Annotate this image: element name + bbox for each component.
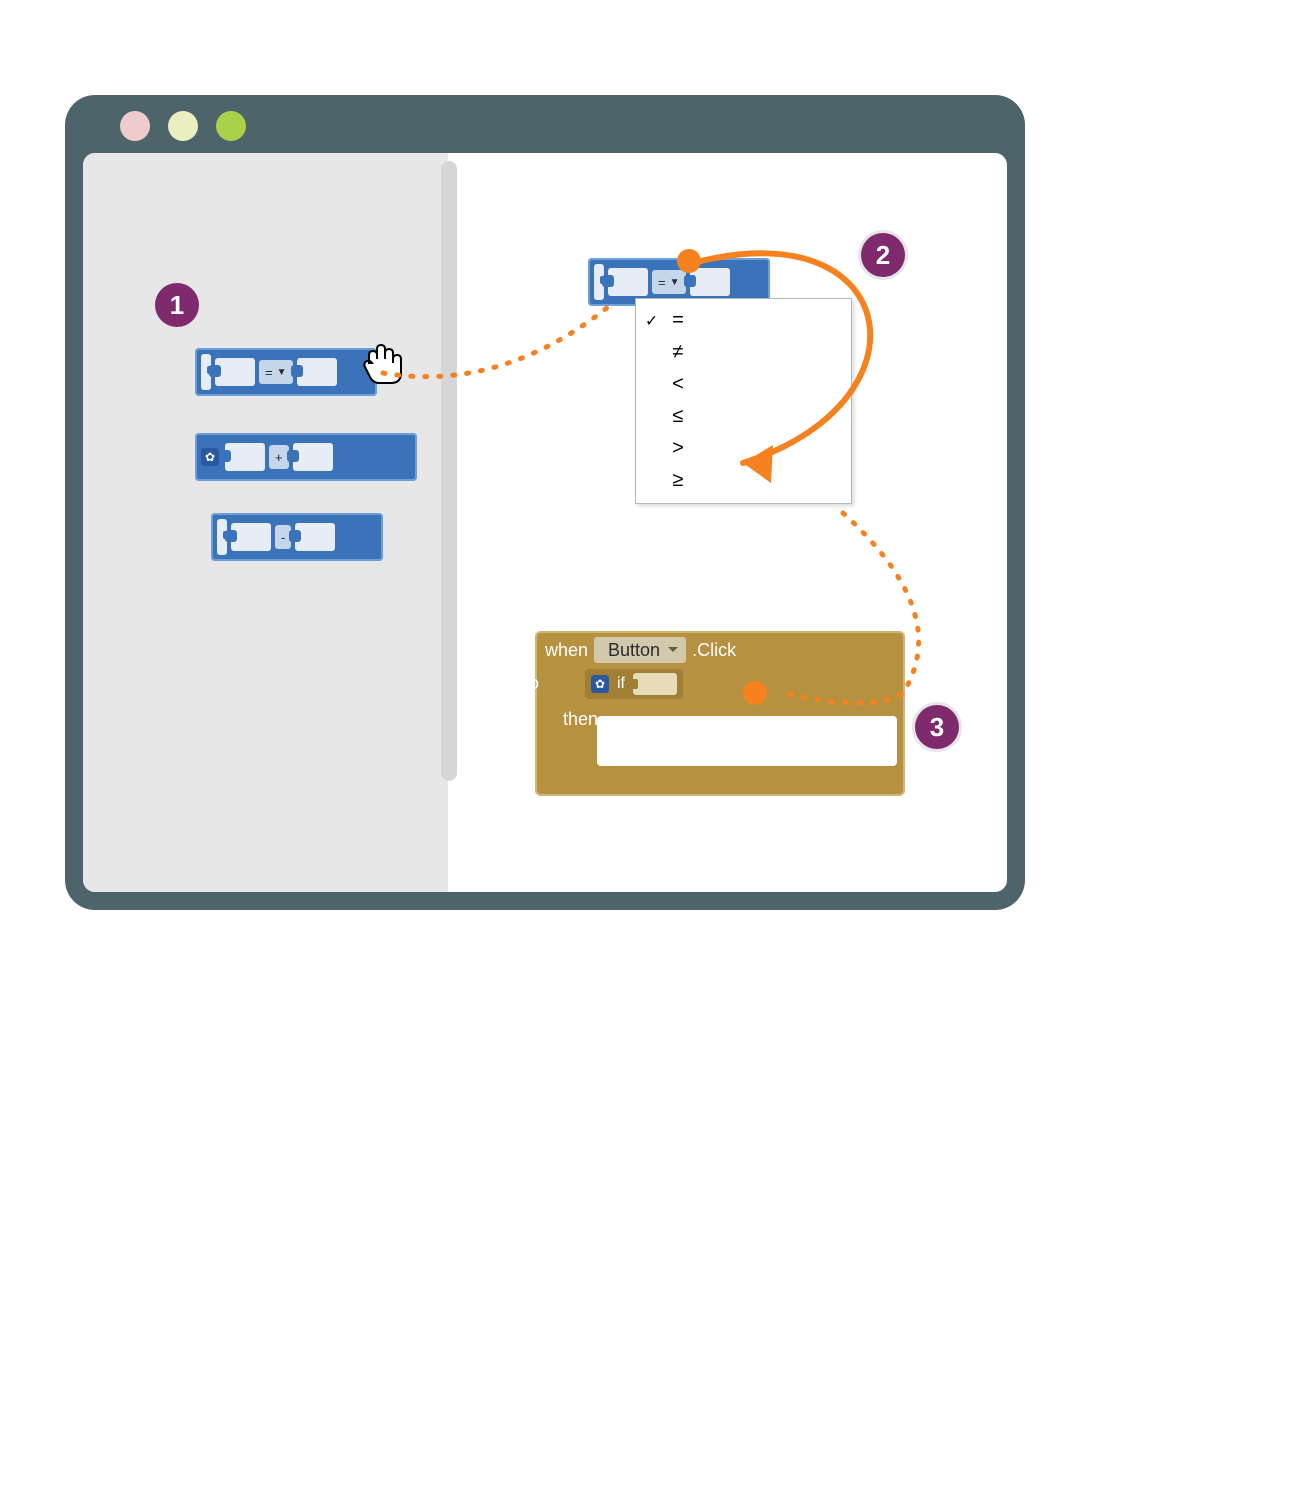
component-dropdown[interactable]: Button bbox=[594, 637, 686, 663]
caret-down-icon: ▼ bbox=[277, 367, 287, 378]
compare-op-label: = bbox=[265, 365, 273, 380]
component-label: Button bbox=[608, 640, 660, 661]
then-label: then bbox=[563, 709, 598, 730]
gear-icon[interactable]: ✿ bbox=[201, 448, 219, 466]
dragged-op-dropdown[interactable]: = ▼ bbox=[652, 270, 686, 294]
do-label: do bbox=[519, 673, 539, 694]
step-badge-1: 1 bbox=[155, 283, 199, 327]
app-window: 1 = ▼ ✿ + bbox=[65, 95, 1025, 910]
close-icon[interactable] bbox=[120, 111, 150, 141]
then-body-cutout bbox=[597, 716, 897, 766]
dragged-op-label: = bbox=[658, 275, 666, 290]
op-option-neq[interactable]: ≠ bbox=[636, 337, 851, 369]
if-block[interactable]: ✿ if bbox=[585, 669, 683, 699]
caret-down-icon: ▼ bbox=[670, 277, 680, 288]
grab-cursor-icon bbox=[359, 343, 403, 387]
op-option-gt[interactable]: > bbox=[636, 433, 851, 465]
titlebar bbox=[65, 95, 1025, 155]
operator-dropdown-menu: = ≠ < ≤ > ≥ bbox=[635, 298, 852, 504]
op-option-eq[interactable]: = bbox=[636, 305, 851, 337]
op-option-lte[interactable]: ≤ bbox=[636, 401, 851, 433]
op-option-lt[interactable]: < bbox=[636, 369, 851, 401]
if-label: if bbox=[617, 675, 625, 693]
step-badge-3: 3 bbox=[915, 705, 959, 749]
gear-icon[interactable]: ✿ bbox=[591, 675, 609, 693]
zoom-icon[interactable] bbox=[216, 111, 246, 141]
client-area: 1 = ▼ ✿ + bbox=[83, 153, 1007, 892]
math-add-block[interactable]: ✿ + bbox=[195, 433, 417, 481]
compare-block[interactable]: = ▼ bbox=[195, 348, 377, 396]
traffic-lights bbox=[120, 111, 246, 141]
guide-dot-icon bbox=[743, 681, 767, 705]
event-suffix: .Click bbox=[692, 640, 736, 661]
when-label: when bbox=[545, 640, 588, 661]
math-sub-block[interactable]: - bbox=[211, 513, 383, 561]
guide-dot-icon bbox=[677, 249, 701, 273]
minimize-icon[interactable] bbox=[168, 111, 198, 141]
compare-op-dropdown[interactable]: = ▼ bbox=[259, 360, 293, 384]
math-op-label: + bbox=[269, 445, 289, 469]
if-condition-socket[interactable] bbox=[633, 673, 677, 695]
op-option-gte[interactable]: ≥ bbox=[636, 465, 851, 497]
step-badge-2: 2 bbox=[861, 233, 905, 277]
when-button-click-block[interactable]: when Button .Click do ✿ if then bbox=[535, 631, 905, 796]
palette-scrollbar[interactable] bbox=[441, 161, 457, 781]
